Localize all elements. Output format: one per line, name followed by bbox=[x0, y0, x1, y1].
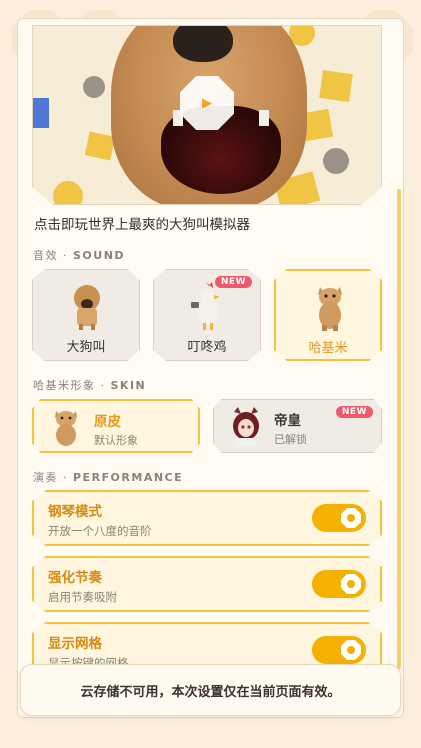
section-label-cn: 音效 bbox=[33, 249, 58, 262]
sound-card-label: 大狗叫 bbox=[66, 340, 106, 355]
rhythm-boost-row[interactable]: 强化节奏 启用节奏吸附 bbox=[32, 556, 382, 612]
new-badge: NEW bbox=[214, 276, 252, 288]
sound-card-cat[interactable]: 哈基米 bbox=[274, 269, 382, 361]
toggle-knob-icon bbox=[341, 574, 361, 594]
piano-mode-toggle[interactable] bbox=[312, 504, 366, 532]
section-label-sound: 音效 · SOUND bbox=[33, 249, 126, 262]
skin-subtitle: 默认形象 bbox=[94, 434, 138, 447]
sound-card-label: 叮咚鸡 bbox=[187, 340, 227, 355]
skin-card-default[interactable]: 原皮 默认形象 bbox=[32, 399, 200, 453]
sound-card-label: 哈基米 bbox=[308, 341, 348, 356]
section-label-skin: 哈基米形象 · SKIN bbox=[33, 379, 147, 392]
section-label-cn: 演奏 bbox=[33, 471, 58, 484]
horse-girl-icon bbox=[233, 407, 259, 446]
sound-card-chicken[interactable]: NEW 叮咚鸡 bbox=[153, 269, 261, 361]
section-label-performance: 演奏 · PERFORMANCE bbox=[33, 471, 184, 484]
decor-dot bbox=[323, 148, 349, 174]
toggle-knob-icon bbox=[341, 640, 361, 660]
skin-subtitle: 已解锁 bbox=[274, 433, 307, 446]
setting-title: 钢琴模式 bbox=[48, 504, 102, 520]
section-label-cn: 哈基米形象 bbox=[33, 379, 96, 392]
play-button[interactable]: ▶ bbox=[180, 76, 234, 130]
decor-square bbox=[319, 70, 353, 102]
dog-nose bbox=[173, 26, 233, 62]
storage-toast: 云存储不可用，本次设置仅在当前页面有效。 bbox=[20, 664, 401, 716]
decor-dot bbox=[83, 76, 105, 98]
hero-tagline: 点击即玩世界上最爽的大狗叫模拟器 bbox=[34, 217, 250, 233]
section-label-en: PERFORMANCE bbox=[73, 471, 184, 484]
decor-dot bbox=[53, 181, 83, 204]
sound-card-dog[interactable]: 大狗叫 bbox=[32, 269, 140, 361]
new-badge: NEW bbox=[335, 406, 373, 418]
skin-card-emperor[interactable]: 帝皇 已解锁 NEW bbox=[213, 399, 382, 453]
play-icon: ▶ bbox=[202, 95, 212, 111]
dog-tooth bbox=[259, 110, 269, 126]
setting-subtitle: 启用节奏吸附 bbox=[48, 590, 117, 604]
scrollbar[interactable] bbox=[397, 189, 401, 669]
skin-title: 原皮 bbox=[94, 414, 121, 430]
section-label-en: SOUND bbox=[73, 249, 126, 262]
setting-title: 显示网格 bbox=[48, 636, 102, 652]
skin-title: 帝皇 bbox=[274, 413, 301, 429]
setting-subtitle: 开放一个八度的音阶 bbox=[48, 524, 152, 538]
rhythm-boost-toggle[interactable] bbox=[312, 570, 366, 598]
hero-image[interactable]: ▶ bbox=[32, 25, 382, 205]
cat-icon bbox=[55, 411, 77, 446]
decor-square bbox=[84, 131, 116, 161]
settings-panel: ▶ 点击即玩世界上最爽的大狗叫模拟器 音效 · SOUND 大狗叫 NEW 叮咚… bbox=[17, 18, 404, 718]
piano-mode-row[interactable]: 钢琴模式 开放一个八度的音阶 bbox=[32, 490, 382, 546]
section-label-en: SKIN bbox=[110, 379, 147, 392]
cat-icon bbox=[318, 287, 342, 331]
dog-icon bbox=[74, 285, 100, 330]
decor-square bbox=[33, 98, 49, 128]
toggle-knob-icon bbox=[341, 508, 361, 528]
setting-title: 强化节奏 bbox=[48, 570, 102, 586]
show-grid-toggle[interactable] bbox=[312, 636, 366, 664]
